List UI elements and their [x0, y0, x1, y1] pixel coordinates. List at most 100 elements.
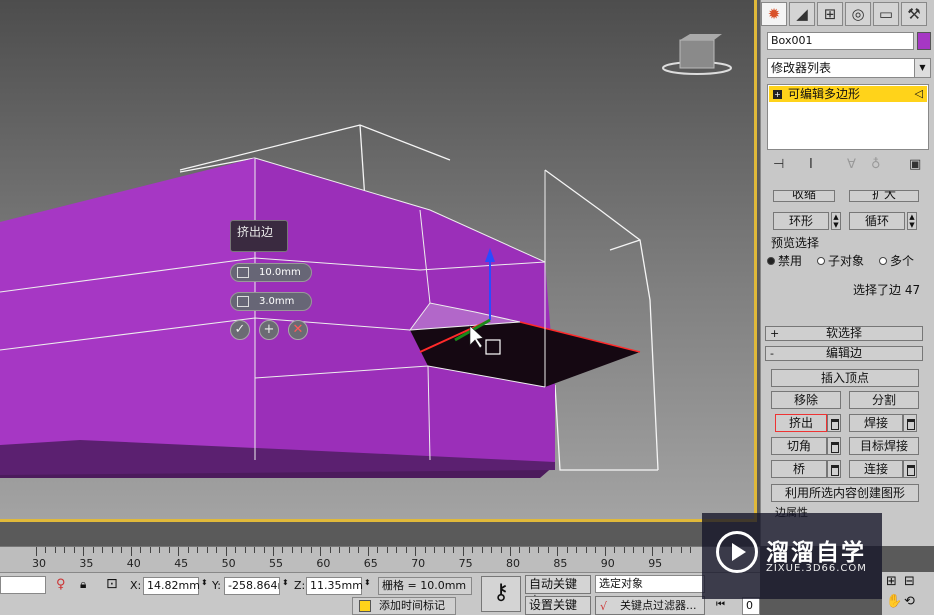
shrink-button[interactable]: 收缩 — [773, 190, 835, 202]
create-shape-button[interactable]: 利用所选内容创建图形 — [771, 484, 919, 502]
set-key-button[interactable]: 设置关键点 — [525, 596, 591, 615]
extrude-height-field[interactable]: 10.0mm — [230, 263, 312, 282]
expand-icon: + — [770, 327, 780, 340]
bridge-button[interactable]: 桥 — [771, 460, 827, 478]
ring-spinner[interactable]: ▲ ▼ — [831, 212, 841, 230]
extrude-settings-icon[interactable] — [827, 414, 841, 432]
object-name-field[interactable]: Box001 — [767, 32, 914, 50]
y-coordinate-field[interactable]: -258.864m — [224, 577, 280, 595]
z-spinner-icon[interactable]: ⬍ — [364, 578, 371, 587]
pin-stack-icon[interactable]: ⊣ — [773, 157, 784, 172]
bridge-settings-icon[interactable] — [827, 460, 841, 478]
grow-button[interactable]: 扩大 — [849, 190, 919, 202]
absolute-mode-icon[interactable]: ⊡ — [106, 576, 118, 592]
loop-spinner[interactable]: ▲ ▼ — [907, 212, 917, 230]
extrude-button[interactable]: 挤出 — [775, 414, 827, 432]
target-weld-button[interactable]: 目标焊接 — [849, 437, 919, 455]
stack-item-editable-poly[interactable]: + 可编辑多边形 ◁ — [769, 86, 927, 102]
hierarchy-icon[interactable]: ⊞ — [817, 2, 843, 26]
timeline-tick-mark — [225, 547, 227, 556]
display-icon[interactable]: ▭ — [873, 2, 899, 26]
timeline-tick-label: 95 — [648, 557, 663, 570]
timeline-tick-mark — [614, 547, 616, 553]
zoom-all-icon[interactable]: ⊟ — [904, 574, 915, 589]
timeline-tick-label: 80 — [506, 557, 520, 570]
current-frame-field[interactable]: 0 — [742, 597, 760, 615]
height-icon — [237, 267, 249, 278]
timeline-tick-mark — [273, 547, 274, 556]
make-unique-icon[interactable]: ∀ — [847, 157, 856, 172]
edit-edges-rollout-header[interactable]: - 编辑边 — [765, 346, 923, 361]
timeline-tick-mark — [291, 547, 293, 553]
viewcube[interactable] — [662, 34, 732, 75]
timeline-tick-label: 40 — [126, 557, 141, 570]
selected-object-dropdown[interactable]: 选定对象 — [595, 575, 705, 593]
preview-subobject-radio[interactable]: 子对象 — [817, 252, 864, 269]
orbit-icon[interactable]: ⟲ — [904, 594, 915, 609]
chamfer-button[interactable]: 切角 — [771, 437, 827, 455]
radio-icon — [817, 257, 825, 265]
go-to-start-icon[interactable]: ⏮ — [716, 599, 725, 610]
caddy-ok-button[interactable]: ✓ — [230, 320, 250, 340]
preview-disabled-radio[interactable]: 禁用 — [767, 252, 802, 269]
timeline-tick-mark — [671, 547, 673, 553]
caddy-cancel-button[interactable]: ✕ — [288, 320, 308, 340]
weld-button[interactable]: 焊接 — [849, 414, 903, 432]
show-end-result-icon[interactable]: Ⅰ — [809, 157, 813, 172]
key-filters-button[interactable]: √ 关键点过滤器... — [595, 596, 705, 615]
perspective-viewport[interactable]: 挤出边 10.0mm 3.0mm ✓ + ✕ — [0, 0, 757, 522]
z-label: Z: — [294, 579, 306, 592]
pan-icon[interactable]: ✋ — [886, 594, 902, 609]
x-spinner-icon[interactable]: ⬍ — [201, 578, 208, 587]
loop-button[interactable]: 循环 — [849, 212, 905, 230]
maxscript-listener-field[interactable] — [0, 576, 46, 594]
add-time-tag-button[interactable]: 添加时间标记 — [352, 597, 456, 615]
lock-icon[interactable]: 🔒︎ — [80, 577, 86, 592]
expand-icon[interactable]: + — [773, 90, 782, 99]
timeline-tick-mark — [320, 547, 322, 556]
timeline-tick-mark — [54, 547, 56, 553]
timeline-tick-mark — [168, 547, 170, 553]
timeline-tick-mark — [92, 547, 94, 553]
utilities-icon[interactable]: ⚒ — [901, 2, 927, 26]
timeline-tick-mark — [453, 547, 455, 553]
chamfer-settings-icon[interactable] — [827, 437, 841, 455]
split-button[interactable]: 分割 — [849, 391, 919, 409]
z-coordinate-field[interactable]: 11.35mm — [306, 577, 363, 595]
remove-button[interactable]: 移除 — [771, 391, 841, 409]
soft-selection-rollout-header[interactable]: + 软选择 — [765, 326, 923, 341]
object-color-swatch[interactable] — [917, 32, 931, 50]
remove-modifier-icon[interactable]: ♁ — [871, 157, 881, 172]
timeline-tick-mark — [652, 547, 654, 556]
motion-icon[interactable]: ◎ — [845, 2, 871, 26]
timeline-tick-mark — [481, 547, 483, 553]
weld-settings-icon[interactable] — [903, 414, 917, 432]
configure-sets-icon[interactable]: ▣ — [909, 157, 921, 172]
connect-button[interactable]: 连接 — [849, 460, 903, 478]
zoom-extents-icon[interactable]: ⊞ — [886, 574, 897, 589]
timeline-tick-mark — [472, 547, 474, 553]
timeline-tick-label: 60 — [316, 557, 331, 570]
modifier-list-dropdown[interactable]: 修改器列表 ▼ — [767, 58, 931, 78]
rollouts-area: 收缩 扩大 环形 ▲ ▼ 循环 ▲ ▼ 预览选择 禁用 子对象 多个 选择了边 47… — [761, 186, 934, 546]
timeline-tick-mark — [197, 547, 199, 553]
isolate-icon[interactable]: ♀ — [56, 577, 66, 592]
key-icon[interactable]: ⚷ — [481, 576, 521, 612]
timeline-tick-mark — [36, 547, 37, 556]
caddy-apply-button[interactable]: + — [259, 320, 279, 340]
extrude-width-field[interactable]: 3.0mm — [230, 292, 312, 311]
timeline-tick-label: 70 — [411, 557, 426, 570]
create-icon[interactable]: ✹ — [761, 2, 787, 26]
preview-multi-radio[interactable]: 多个 — [879, 252, 914, 269]
ring-button[interactable]: 环形 — [773, 212, 829, 230]
auto-key-button[interactable]: 自动关键点 — [525, 575, 591, 608]
connect-settings-icon[interactable] — [903, 460, 917, 478]
modify-icon[interactable]: ◢ — [789, 2, 815, 26]
timeline-ruler[interactable]: 30 35 40 45 50 55 60 65 70 75 80 85 90 95 — [0, 546, 760, 572]
edit-edges-title: 编辑边 — [825, 346, 862, 360]
insert-vertex-button[interactable]: 插入顶点 — [771, 369, 919, 387]
x-coordinate-field[interactable]: 14.82mm — [143, 577, 200, 595]
timeline-tick-label: 55 — [269, 557, 283, 570]
y-spinner-icon[interactable]: ⬍ — [282, 578, 289, 587]
timeline-tick-mark — [443, 547, 445, 553]
